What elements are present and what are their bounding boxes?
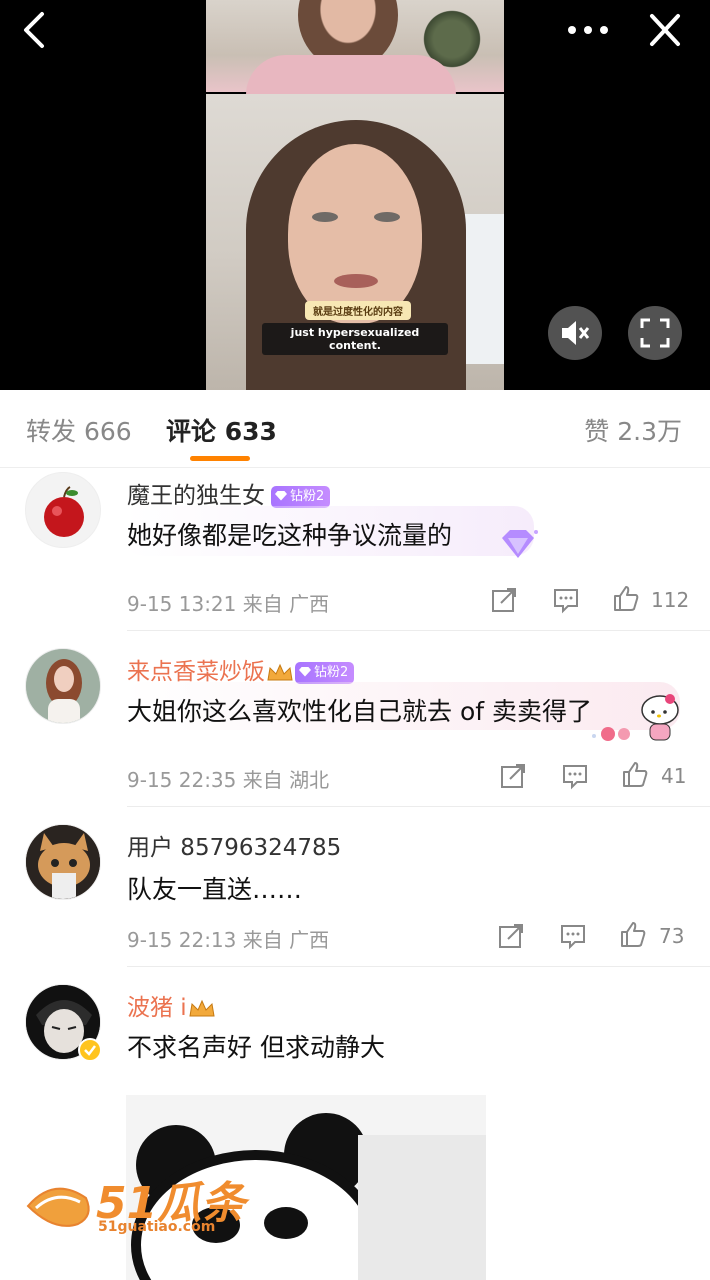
comment-icon[interactable] <box>559 922 587 950</box>
comment-item: 魔王的独生女 钻粉2 她好像都是吃这种争议流量的 9-15 13:21 来自 广西… <box>0 468 710 630</box>
subtitle-en: just hypersexualized content. <box>262 323 448 355</box>
like-count: 73 <box>659 924 685 948</box>
video-frame-top <box>206 0 504 95</box>
comment-meta: 9-15 22:13 来自 广西 <box>127 928 330 952</box>
share-icon[interactable] <box>490 586 518 614</box>
crown-icon <box>267 663 293 680</box>
video-frame-main: 就是过度性化的内容 just hypersexualized content. <box>206 94 504 390</box>
tab-repost[interactable]: 转发 666 <box>26 412 132 448</box>
like-count: 112 <box>651 588 690 612</box>
subtitle-cn: 就是过度性化的内容 <box>305 301 411 320</box>
comment-username[interactable]: 波猪 i <box>127 988 217 1022</box>
comment-text: 她好像都是吃这种争议流量的 <box>127 521 453 550</box>
watermark-domain: 51guatiao.com <box>98 1219 216 1235</box>
crown-icon <box>189 999 215 1016</box>
like-count: 41 <box>661 764 687 788</box>
comment-username[interactable]: 来点香菜炒饭 钻粉2 <box>127 652 355 686</box>
like-icon[interactable] <box>619 920 647 948</box>
share-icon[interactable] <box>499 762 527 790</box>
tab-bar: 转发 666 评论 633 赞 2.3万 <box>0 390 710 468</box>
like-icon[interactable] <box>612 584 640 612</box>
comment-meta: 9-15 22:35 来自 湖北 <box>127 768 330 792</box>
fullscreen-icon[interactable] <box>628 306 682 360</box>
fan-badge: 钻粉2 <box>271 485 331 508</box>
avatar[interactable] <box>25 824 101 900</box>
comment-text: 不求名声好 但求动静大 <box>127 1033 385 1062</box>
comment-text: 队友一直送…… <box>127 875 303 904</box>
more-icon[interactable] <box>566 12 610 48</box>
tab-comments[interactable]: 评论 633 <box>166 412 277 448</box>
back-icon[interactable] <box>18 10 58 50</box>
tab-likes[interactable]: 赞 2.3万 <box>584 412 682 448</box>
mute-icon[interactable] <box>548 306 602 360</box>
avatar[interactable] <box>25 472 101 548</box>
comment-text: 大姐你这么喜欢性化自己就去 of 卖卖得了 <box>127 697 592 726</box>
fan-badge: 钻粉2 <box>295 661 355 684</box>
comment-username[interactable]: 用户 85796324785 <box>127 828 341 862</box>
comment-icon[interactable] <box>552 586 580 614</box>
tab-active-indicator <box>190 456 250 461</box>
share-icon[interactable] <box>497 922 525 950</box>
hello-kitty-icon <box>641 694 679 741</box>
comment-icon[interactable] <box>561 762 589 790</box>
diamond-icon <box>502 530 538 558</box>
comment-item: 来点香菜炒饭 钻粉2 大姐你这么喜欢性化自己就去 of 卖卖得了 9-15 22:… <box>0 630 710 806</box>
close-icon[interactable] <box>644 10 686 50</box>
verified-icon <box>78 1038 102 1062</box>
comment-meta: 9-15 13:21 来自 广西 <box>127 592 330 616</box>
comment-item: 用户 85796324785 队友一直送…… 9-15 22:13 来自 广西 … <box>0 806 710 966</box>
avatar[interactable] <box>25 648 101 724</box>
diamond-icon <box>275 490 287 501</box>
like-icon[interactable] <box>621 760 649 788</box>
video-player[interactable]: 就是过度性化的内容 just hypersexualized content. <box>0 0 710 390</box>
comment-username[interactable]: 魔王的独生女 钻粉2 <box>127 476 331 510</box>
diamond-icon <box>299 666 311 677</box>
strawberry-icon <box>592 727 630 741</box>
